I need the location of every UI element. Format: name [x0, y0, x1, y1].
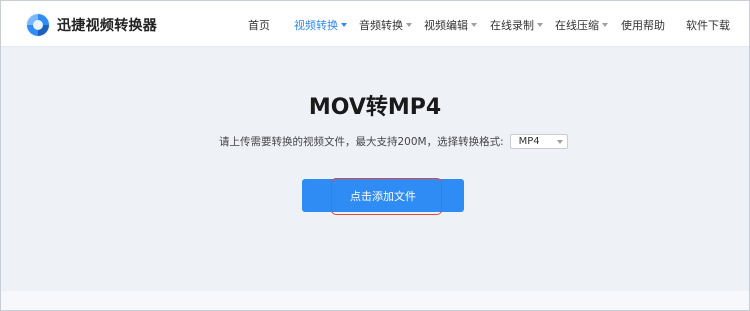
chevron-down-icon — [602, 23, 608, 27]
page-frame: 迅捷视频转换器 首页 视频转换 音频转换 视频编辑 在线录制 在线压缩 使用帮助… — [0, 0, 750, 311]
chevron-down-icon — [537, 23, 543, 27]
nav-online-compress-label: 在线压缩 — [555, 19, 599, 32]
nav-online-record[interactable]: 在线录制 — [490, 17, 543, 33]
page-title: MOV转MP4 — [308, 95, 442, 120]
nav-audio-convert[interactable]: 音频转换 — [359, 17, 412, 33]
nav-video-convert[interactable]: 视频转换 — [294, 17, 347, 33]
nav-audio-convert-label: 音频转换 — [359, 19, 403, 32]
nav-video-edit[interactable]: 视频编辑 — [424, 17, 477, 33]
nav-home[interactable]: 首页 — [248, 17, 270, 33]
upload-hint-text: 请上传需要转换的视频文件，最大支持200M，选择转换格式: — [219, 136, 504, 148]
nav-online-compress[interactable]: 在线压缩 — [555, 17, 608, 33]
nav-video-edit-label: 视频编辑 — [424, 19, 468, 32]
chevron-down-icon — [406, 23, 412, 27]
upload-hint-row: 请上传需要转换的视频文件，最大支持200M，选择转换格式: MP4 — [219, 134, 568, 149]
nav-online-record-label: 在线录制 — [490, 19, 534, 32]
nav-download-label: 软件下载 — [686, 19, 730, 32]
nav-home-label: 首页 — [248, 19, 270, 32]
nav-download[interactable]: 软件下载 — [686, 17, 730, 33]
brand-name[interactable]: 迅捷视频转换器 — [57, 15, 157, 35]
top-navbar: 迅捷视频转换器 首页 视频转换 音频转换 视频编辑 在线录制 在线压缩 使用帮助… — [1, 1, 749, 47]
format-select-value: MP4 — [518, 136, 540, 147]
add-file-button[interactable]: 点击添加文件 — [302, 179, 464, 212]
chevron-down-icon — [471, 23, 477, 27]
format-select[interactable]: MP4 — [509, 134, 568, 149]
logo-icon — [26, 13, 50, 37]
add-file-button-label: 点击添加文件 — [350, 189, 416, 203]
nav-help-label: 使用帮助 — [621, 19, 665, 32]
chevron-down-icon — [556, 139, 563, 144]
nav-help[interactable]: 使用帮助 — [621, 17, 665, 33]
nav-video-convert-label: 视频转换 — [294, 19, 338, 32]
chevron-down-icon — [341, 23, 347, 27]
